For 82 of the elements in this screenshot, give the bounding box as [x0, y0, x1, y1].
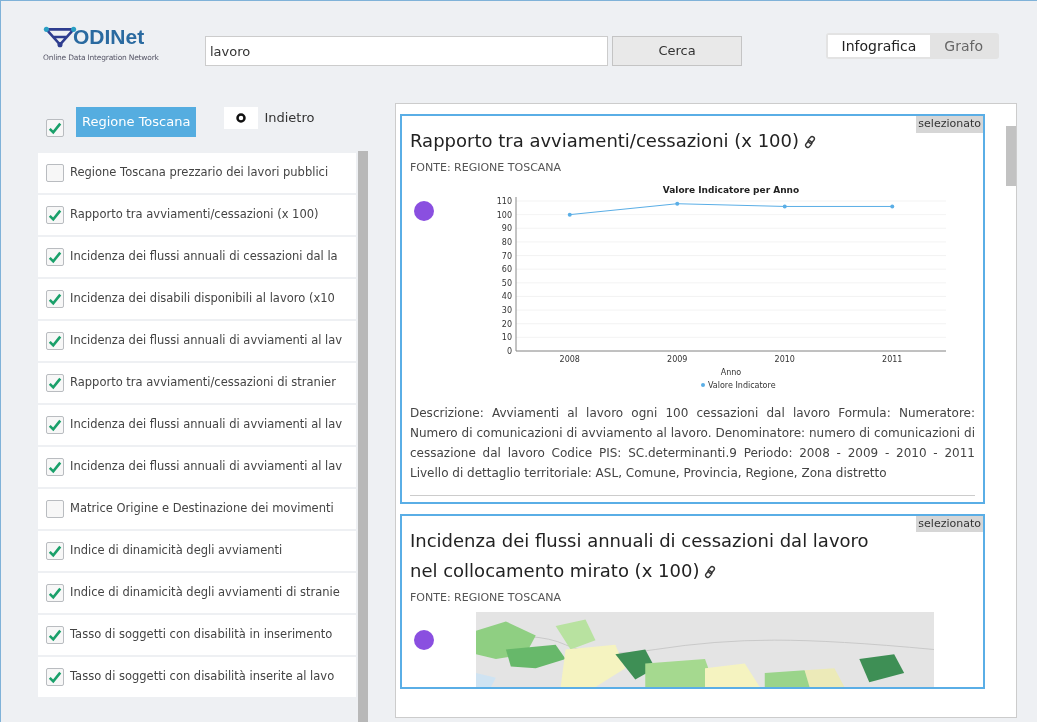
checkbox[interactable]	[46, 626, 64, 644]
checkbox[interactable]	[46, 668, 64, 686]
checkbox[interactable]	[46, 206, 64, 224]
legend-label: Valore Indicatore	[708, 380, 776, 390]
y-tick-label: 100	[496, 210, 512, 220]
checkbox[interactable]	[46, 500, 64, 518]
data-point	[675, 201, 680, 206]
list-row[interactable]: Incidenza dei flussi annuali di avviamenti al lav	[38, 321, 356, 361]
checkbox[interactable]	[46, 458, 64, 476]
list-row[interactable]: Incidenza dei flussi annuali di avviamenti al lav	[38, 405, 356, 445]
card-source: FONTE: REGIONE TOSCANA	[410, 160, 563, 176]
result-card[interactable]: selezionato Incidenza dei flussi annuali di cessazioni dal lavoro nel collocamento mirato (x 100) FONTE: REGIONE TOSCANA	[400, 513, 985, 689]
list-item-label: Incidenza dei flussi annuali di avviamenti al lav	[70, 416, 343, 434]
list-row[interactable]: Regione Toscana prezzario dei lavori pubblici	[38, 153, 356, 193]
x-tick-label: 2009	[667, 354, 688, 364]
card-title: Incidenza dei flussi annuali di cessazioni dal lavoro nel collocamento mirato (x 100)	[410, 528, 870, 583]
y-tick-label: 0	[506, 346, 512, 356]
card-source: FONTE: REGIONE TOSCANA	[410, 589, 563, 606]
checkbox[interactable]	[46, 416, 64, 434]
list-row[interactable]: Matrice Origine e Destinazione dei movimenti	[38, 489, 356, 529]
list-item-label: Incidenza dei flussi annuali di cessazioni dal la	[70, 248, 338, 266]
y-tick-label: 90	[501, 223, 512, 233]
checkbox[interactable]	[46, 119, 64, 137]
list-item-label: Rapporto tra avviamenti/cessazioni di stranier	[70, 374, 336, 392]
checkbox[interactable]	[46, 584, 64, 602]
y-tick-label: 30	[501, 305, 512, 315]
list-row[interactable]: Incidenza dei flussi annuali di avviamenti al lav	[38, 447, 356, 487]
list-row[interactable]: Rapporto tra avviamenti/cessazioni di stranier	[38, 363, 356, 403]
checkbox[interactable]	[46, 332, 64, 350]
data-point	[890, 203, 895, 208]
chart-title: Valore Indicatore per Anno	[662, 184, 800, 195]
data-point	[567, 212, 572, 217]
logo-text: ODINet	[73, 24, 145, 50]
y-tick-label: 40	[501, 291, 512, 301]
legend-marker	[701, 382, 705, 387]
x-tick-label: 2008	[559, 354, 580, 364]
list-item-label: Tasso di soggetti con disabilità in inserimento	[70, 626, 333, 644]
link-icon[interactable]	[803, 135, 818, 149]
back-icon	[236, 113, 247, 123]
list-item-label: Tasso di soggetti con disabilità inserite al lavo	[70, 668, 335, 686]
list-item-label: Incidenza dei disabili disponibili al lavoro (x10	[70, 290, 335, 308]
y-tick-label: 10	[501, 332, 512, 342]
data-point	[782, 203, 787, 208]
view-tab[interactable]: Infografica	[827, 35, 931, 57]
search-field[interactable]: lavoro	[205, 36, 608, 66]
checkbox[interactable]	[46, 164, 64, 182]
checkbox[interactable]	[46, 290, 64, 308]
selected-badge: selezionato	[916, 116, 983, 133]
result-card[interactable]	[400, 114, 985, 504]
link-icon[interactable]	[703, 564, 718, 579]
list-item-label: Incidenza dei flussi annuali di avviamenti al lav	[70, 332, 343, 350]
x-tick-label: 2010	[774, 354, 795, 364]
checkbox[interactable]	[46, 542, 64, 560]
x-axis-label: Anno	[720, 367, 742, 377]
list-row[interactable]: Tasso di soggetti con disabilità in inserimento	[38, 615, 356, 655]
list-row[interactable]: Tasso di soggetti con disabilità inserite al lavo	[38, 657, 356, 697]
list-item-label: Matrice Origine e Destinazione dei movimenti	[70, 500, 334, 518]
y-tick-label: 110	[496, 196, 512, 206]
list-item-label: Incidenza dei flussi annuali di avviamenti al lav	[70, 458, 343, 476]
checkbox[interactable]	[46, 248, 64, 266]
selected-badge: selezionato	[916, 515, 983, 532]
list-row[interactable]: Indice di dinamicità degli avviamenti	[38, 531, 356, 571]
card-description: Descrizione: Avviamenti al lavoro ogni 100 cessazioni dal lavoro Formula: Numeratore: Numero di comunicazioni di avviamento al lavoro. Denominatore: numero di comunicazioni di cessazione dal lavoro Codice PIS: SC.determinanti.9 Periodo: 2008 - 2009 - 2010 - 2011 Livello di dettaglio territoriale: ASL, Comune, Provincia, Regione, Zona distretto	[410, 404, 975, 482]
y-tick-label: 60	[501, 264, 512, 274]
search-button[interactable]: Cerca	[612, 36, 742, 66]
list-item-label: Indice di dinamicità degli avviamenti di stranie	[70, 584, 340, 602]
y-tick-label: 70	[501, 251, 512, 261]
list-row[interactable]: Incidenza dei flussi annuali di cessazioni dal la	[38, 237, 356, 277]
list-item-label: Regione Toscana prezzario dei lavori pubblici	[70, 164, 329, 182]
list-item-label: Rapporto tra avviamenti/cessazioni (x 100)	[70, 206, 319, 224]
y-tick-label: 50	[501, 278, 512, 288]
checkbox[interactable]	[46, 374, 64, 392]
back-button[interactable]: Indietro	[224, 107, 315, 129]
list-row[interactable]: Rapporto tra avviamenti/cessazioni (x 100)	[38, 195, 356, 235]
y-tick-label: 80	[501, 237, 512, 247]
scrollbar[interactable]	[358, 151, 368, 722]
list-row[interactable]: Indice di dinamicità degli avviamenti di stranie	[38, 573, 356, 613]
view-tab[interactable]: Grafo	[930, 35, 997, 57]
x-tick-label: 2011	[882, 354, 903, 364]
y-tick-label: 20	[501, 319, 512, 329]
list-item-label: Indice di dinamicità degli avviamenti	[70, 542, 283, 560]
list-row[interactable]: Incidenza dei disabili disponibili al lavoro (x10	[38, 279, 356, 319]
